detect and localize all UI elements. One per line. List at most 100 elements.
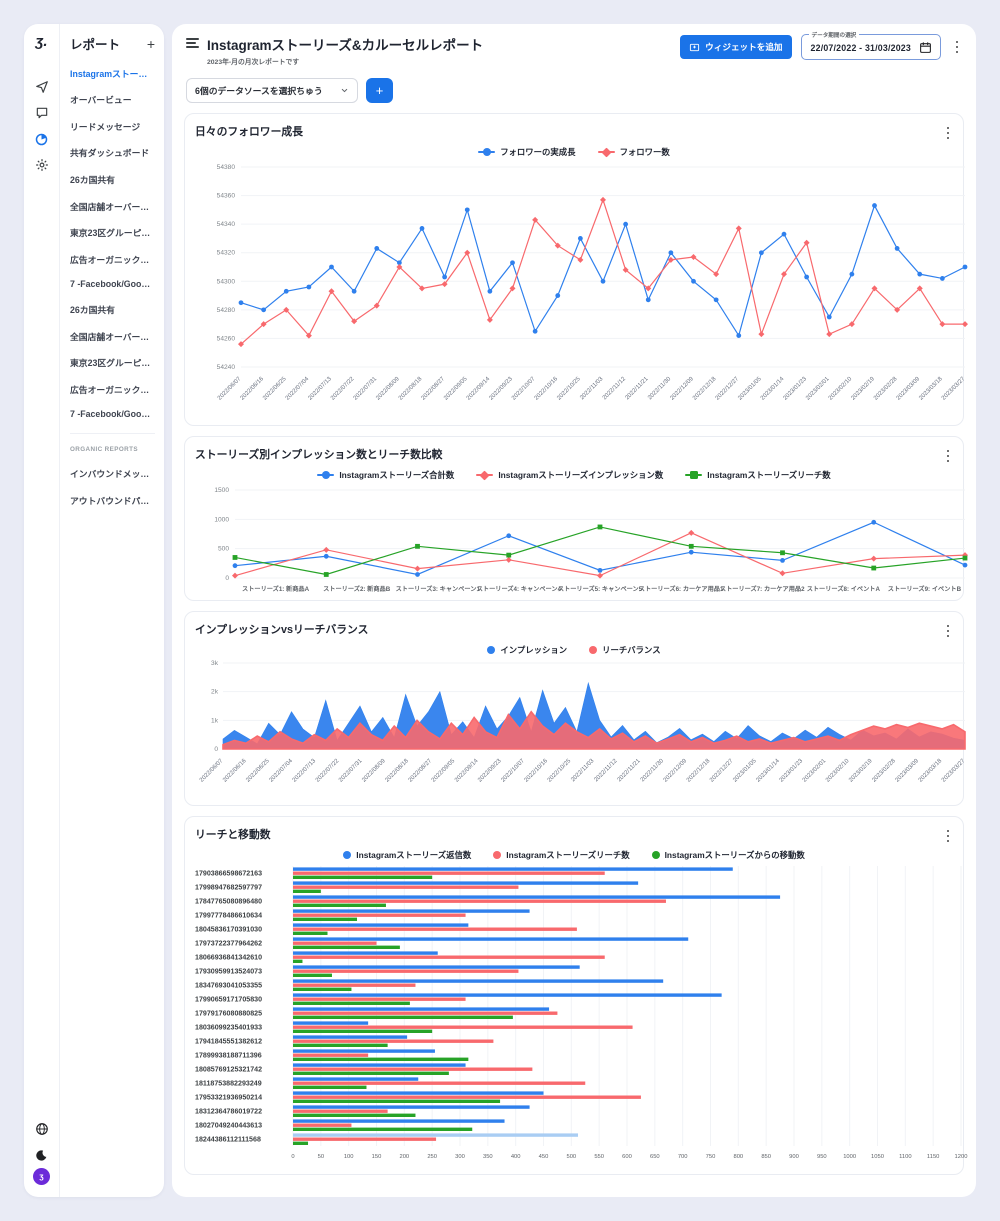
followers-growth-card: 日々のフォロワー成長 フォロワーの実成長フォロワー数 5424054260542… xyxy=(184,113,964,426)
sidebar-report-item[interactable]: 7 -Facebook/Google My... xyxy=(70,279,155,289)
svg-text:850: 850 xyxy=(761,1154,771,1160)
svg-text:450: 450 xyxy=(539,1154,549,1160)
sidebar-report-item[interactable]: 全国店舗オーバービュー xyxy=(70,200,155,213)
legend-item[interactable]: Instagramストーリーズインプレッション数 xyxy=(476,469,663,481)
svg-text:ストーリーズ4: キャンペーン4: ストーリーズ4: キャンペーン4 xyxy=(477,585,562,593)
svg-text:1000: 1000 xyxy=(843,1154,856,1160)
story-impressions-reach-card: ストーリーズ別インプレッション数とリーチ数比較 Instagramストーリーズ合… xyxy=(184,436,964,601)
sidebar-report-item[interactable]: 26カ国共有 xyxy=(70,303,155,316)
add-widget-button[interactable]: ウィジェットを追加 xyxy=(680,35,791,59)
main-header: Instagramストーリーズ&カルーセルレポート 2023年-月の月次レポート… xyxy=(184,34,964,66)
header-kebab-menu[interactable] xyxy=(950,38,964,56)
svg-text:900: 900 xyxy=(789,1154,799,1160)
sidebar-report-item[interactable]: 共有ダッシュボード xyxy=(70,146,155,159)
svg-text:18085769125321742: 18085769125321742 xyxy=(195,1065,262,1073)
svg-text:2023/03/27: 2023/03/27 xyxy=(941,758,967,784)
reports-pie-chart-icon[interactable] xyxy=(34,131,50,147)
legend-item[interactable]: Instagramストーリーズリーチ数 xyxy=(685,469,830,481)
svg-text:2023/01/05: 2023/01/05 xyxy=(732,758,758,784)
sidebar-report-item[interactable]: 26カ国共有 xyxy=(70,173,155,186)
svg-text:500: 500 xyxy=(218,546,229,553)
svg-text:17847765080896480: 17847765080896480 xyxy=(195,897,262,905)
legend-item[interactable]: インプレッション xyxy=(487,644,567,656)
card-kebab-menu[interactable] xyxy=(941,827,955,845)
user-avatar[interactable]: ʒ xyxy=(33,1168,50,1185)
legend-item[interactable]: Instagramストーリーズからの移動数 xyxy=(652,849,805,861)
svg-text:2023/02/10: 2023/02/10 xyxy=(825,758,851,784)
svg-text:18244386112111568: 18244386112111568 xyxy=(195,1135,261,1143)
card-kebab-menu[interactable] xyxy=(941,124,955,142)
svg-text:150: 150 xyxy=(372,1154,382,1160)
svg-text:18027049240443613: 18027049240443613 xyxy=(195,1121,262,1129)
sidebar-report-item[interactable]: 広告オーガニック分析 xyxy=(70,383,155,396)
sidebar-report-item[interactable]: オーバービュー xyxy=(70,93,155,106)
svg-text:1000: 1000 xyxy=(214,516,229,523)
svg-text:100: 100 xyxy=(344,1154,354,1160)
svg-text:50: 50 xyxy=(318,1154,324,1160)
add-report-button[interactable]: + xyxy=(147,37,155,51)
legend-item[interactable]: Instagramストーリーズ合計数 xyxy=(317,469,454,481)
svg-text:2022/12/09: 2022/12/09 xyxy=(663,758,689,784)
chart-title: ストーリーズ別インプレッション数とリーチ数比較 xyxy=(195,446,953,462)
legend-item[interactable]: フォロワーの実成長 xyxy=(478,146,575,158)
svg-text:400: 400 xyxy=(511,1154,521,1160)
globe-icon[interactable] xyxy=(34,1121,50,1137)
legend-item[interactable]: フォロワー数 xyxy=(598,146,670,158)
svg-text:2022/07/31: 2022/07/31 xyxy=(338,758,364,784)
svg-text:2022/11/03: 2022/11/03 xyxy=(570,758,596,784)
sidebar-report-item[interactable]: 東京23区グルーピング xyxy=(70,226,155,239)
svg-text:ストーリーズ1: 新商品A: ストーリーズ1: 新商品A xyxy=(242,585,310,593)
svg-text:54320: 54320 xyxy=(217,250,236,257)
icon-rail: ʒ. ʒ xyxy=(24,24,60,1197)
svg-text:3k: 3k xyxy=(211,660,219,667)
legend-item[interactable]: Instagramストーリーズ返信数 xyxy=(343,849,471,861)
svg-text:1200: 1200 xyxy=(955,1154,968,1160)
svg-text:2023/03/09: 2023/03/09 xyxy=(895,758,921,784)
svg-text:17979176080880825: 17979176080880825 xyxy=(195,1009,262,1017)
chart-legend: Instagramストーリーズ合計数 Instagramストーリーズインプレッショ… xyxy=(195,469,953,481)
dark-mode-moon-icon[interactable] xyxy=(34,1147,50,1163)
svg-text:17941845551382612: 17941845551382612 xyxy=(195,1037,262,1045)
svg-text:2023/01/23: 2023/01/23 xyxy=(779,758,805,784)
svg-text:1500: 1500 xyxy=(214,487,229,494)
svg-text:ストーリーズ5: キャンペーン5: ストーリーズ5: キャンペーン5 xyxy=(558,585,643,593)
svg-text:700: 700 xyxy=(678,1154,688,1160)
svg-text:2023/03/27: 2023/03/27 xyxy=(941,376,967,402)
card-kebab-menu[interactable] xyxy=(941,447,955,465)
svg-text:800: 800 xyxy=(733,1154,743,1160)
report-list: Instagramストーリーズ... オーバービューリードメッセージ共有ダッシュボ… xyxy=(70,67,155,420)
send-icon[interactable] xyxy=(34,79,50,95)
sidebar-report-item[interactable]: アウトバウンドパフォーマンス xyxy=(70,494,155,507)
legend-item[interactable]: リーチバランス xyxy=(589,644,660,656)
date-range-picker[interactable]: データ期間の選択 22/07/2022 - 31/03/2023 xyxy=(801,34,941,60)
datasource-select[interactable]: 6個のデータソースを選択ちゅう xyxy=(186,78,358,103)
reach-and-moves-card: リーチと移動数 Instagramストーリーズ返信数 Instagramストーリー… xyxy=(184,816,964,1175)
svg-text:17903866598672163: 17903866598672163 xyxy=(195,869,262,877)
legend-item[interactable]: Instagramストーリーズリーチ数 xyxy=(493,849,629,861)
svg-text:2022/07/04: 2022/07/04 xyxy=(268,758,294,784)
sidebar-report-item[interactable]: 7 -Facebook/Google My... xyxy=(70,409,155,419)
page-title: Instagramストーリーズ&カルーセルレポート xyxy=(207,34,680,54)
add-datasource-button[interactable]: + xyxy=(366,78,393,103)
report-menu-icon[interactable] xyxy=(186,38,199,51)
chat-icon[interactable] xyxy=(34,105,50,121)
svg-text:650: 650 xyxy=(650,1154,660,1160)
card-kebab-menu[interactable] xyxy=(941,622,955,640)
svg-text:ストーリーズ8: イベントA: ストーリーズ8: イベントA xyxy=(807,585,881,593)
sidebar-report-item[interactable]: 広告オーガニック分析 xyxy=(70,253,155,266)
chart-title: リーチと移動数 xyxy=(195,826,953,842)
sidebar-report-item[interactable]: インバウンドメッセージ xyxy=(70,467,155,480)
sidebar: ʒ. ʒ レポート + xyxy=(24,24,164,1197)
svg-text:2022/10/25: 2022/10/25 xyxy=(547,758,573,784)
sidebar-report-item[interactable]: 東京23区グルーピング xyxy=(70,356,155,369)
gear-icon[interactable] xyxy=(34,157,50,173)
svg-text:200: 200 xyxy=(399,1154,409,1160)
svg-text:350: 350 xyxy=(483,1154,493,1160)
reach-and-moves-chart: 0501001502002503003504004505005506006507… xyxy=(195,862,953,1168)
sidebar-report-item[interactable]: Instagramストーリーズ... xyxy=(70,67,155,80)
chevron-down-icon xyxy=(340,86,349,95)
sidebar-report-item[interactable]: リードメッセージ xyxy=(70,120,155,133)
svg-text:2022/12/27: 2022/12/27 xyxy=(709,758,735,784)
sidebar-report-item[interactable]: 全国店舗オーバービュー xyxy=(70,330,155,343)
svg-text:300: 300 xyxy=(455,1154,465,1160)
